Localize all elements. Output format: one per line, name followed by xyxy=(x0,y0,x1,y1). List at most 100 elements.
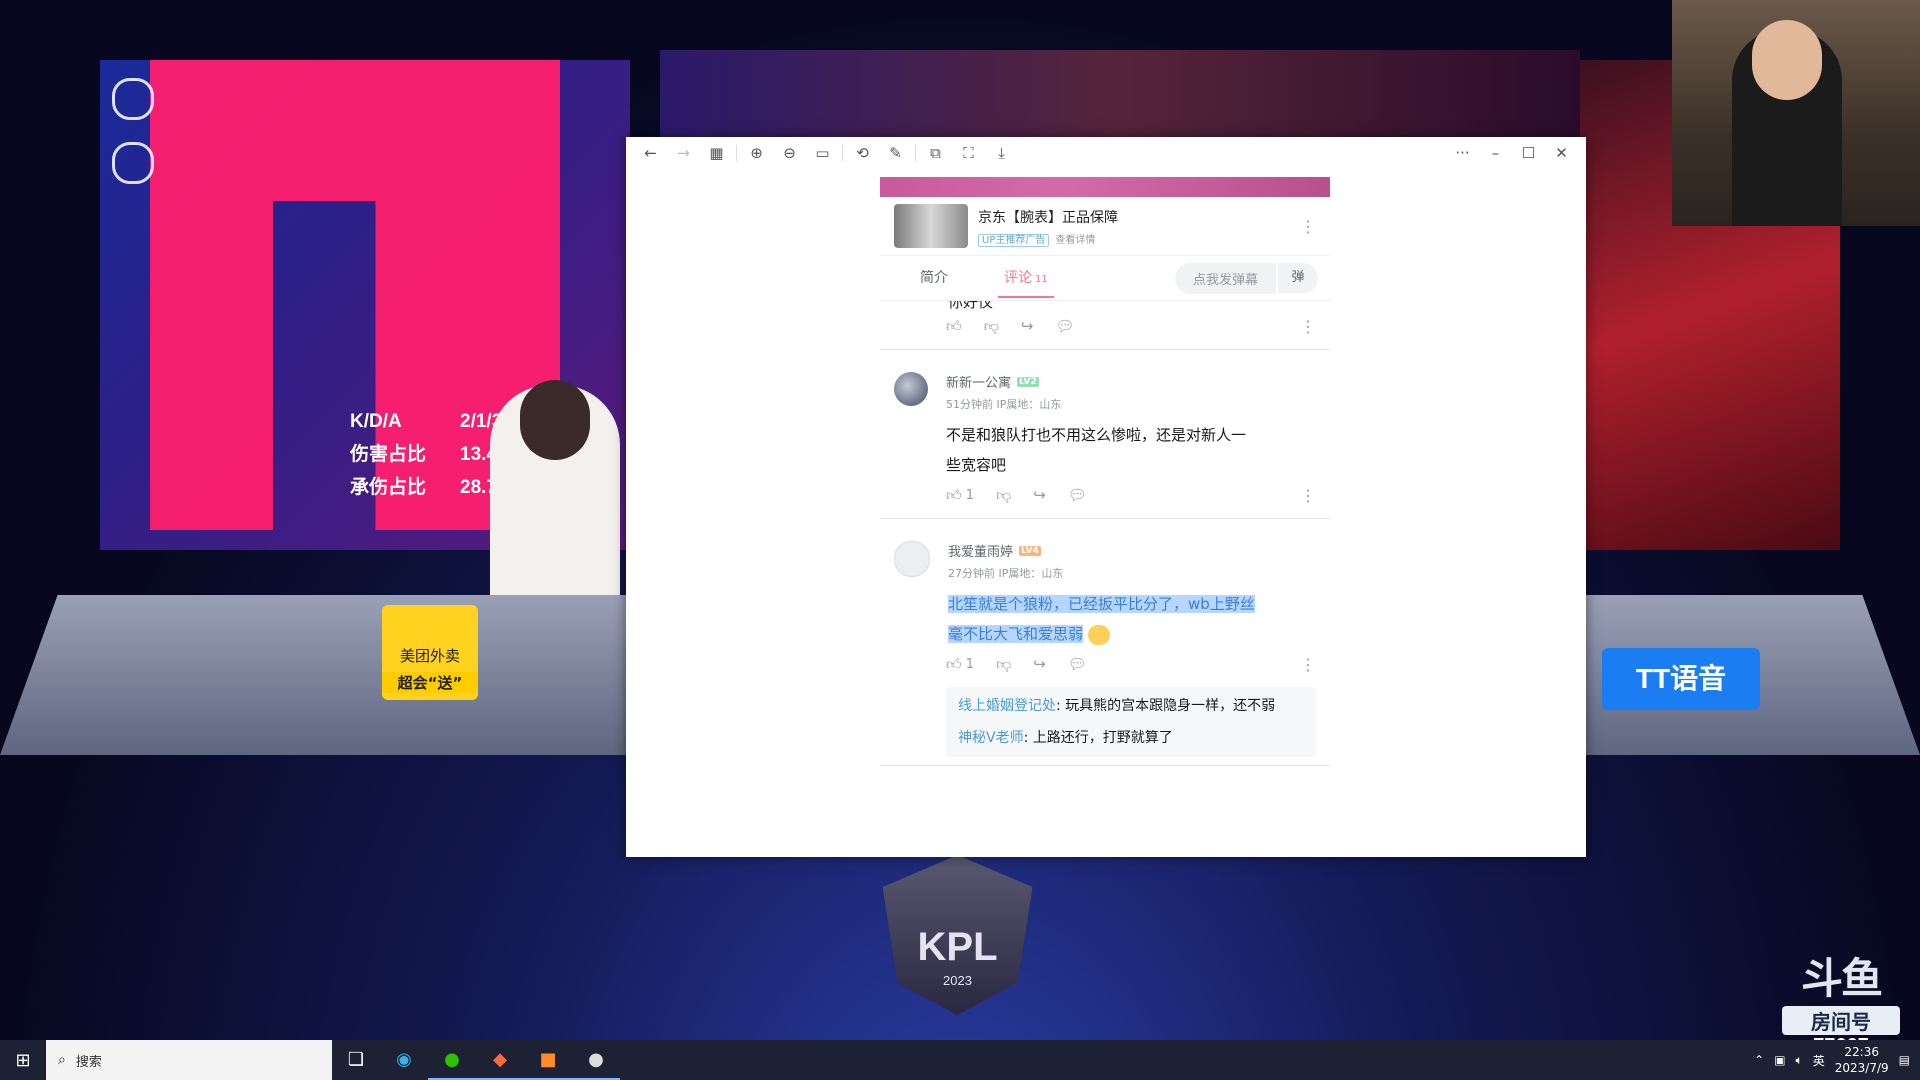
stat-label: K/D/A xyxy=(350,411,402,432)
danmaku-input[interactable]: 点我发弹幕 xyxy=(1174,262,1276,294)
tab-intro[interactable]: 简介 xyxy=(892,256,976,300)
comment-body: 新新一公寓 LV2 51分钟前 IP属地：山东 不是和狼队打也不用这么惨啦，还是对… xyxy=(946,372,1316,480)
more-icon[interactable]: ··· xyxy=(1446,144,1479,162)
reply-icon[interactable]: 💬︎ xyxy=(1068,655,1087,673)
comment-username[interactable]: 新新一公寓 LV2 xyxy=(946,372,1316,391)
dislike-icon[interactable]: 👎︎ xyxy=(996,486,1011,505)
comment-divider xyxy=(880,349,1330,350)
copy-icon[interactable]: ⧉ xyxy=(919,144,952,162)
chevron-up-icon[interactable]: ⌃ xyxy=(1754,1053,1764,1067)
reply-icon[interactable]: 💬︎ xyxy=(1056,317,1075,335)
sponsor-tt: TT语音 xyxy=(1602,648,1760,710)
more-vertical-icon[interactable]: ⋮ xyxy=(1300,317,1316,336)
close-button[interactable]: ✕ xyxy=(1545,144,1578,162)
ad-detail-link[interactable]: 查看详情 xyxy=(1055,235,1095,246)
stat-label: 伤害占比 xyxy=(350,444,427,465)
zoom-in-icon[interactable]: ⊕ xyxy=(740,144,773,162)
comment-meta: 51分钟前 IP属地：山东 xyxy=(946,396,1316,412)
avatar[interactable] xyxy=(894,372,928,406)
caster-figure xyxy=(490,380,620,605)
rotate-icon[interactable]: ⟲ xyxy=(846,144,879,162)
avatar-app-icon[interactable]: ● xyxy=(572,1040,620,1080)
dislike-icon[interactable]: 👎︎ xyxy=(996,655,1011,674)
level-badge: LV2 xyxy=(1017,376,1039,387)
ad-thumbnail xyxy=(894,204,968,248)
username-text: 我爱董雨婷 xyxy=(948,545,1014,560)
video-player-strip xyxy=(880,177,1330,197)
screenshot-icon[interactable]: ⛶ xyxy=(952,144,985,162)
comment-line: 不是和狼队打也不用这么惨啦，还是对新人一 xyxy=(946,426,1247,444)
zoom-out-icon[interactable]: ⊖ xyxy=(773,144,806,162)
doge-emoji-icon xyxy=(1087,624,1110,645)
like-icon[interactable]: 👍︎ 1 xyxy=(946,655,974,674)
comment-text: 北笙就是个狼粉，已经扳平比分了，wb上野丝 毫不比大飞和爱思弱 xyxy=(948,589,1316,649)
reply-username[interactable]: 神秘V老师 xyxy=(958,730,1024,746)
more-vertical-icon[interactable]: ⋮ xyxy=(1300,655,1316,674)
tab-intro-label: 简介 xyxy=(920,270,948,286)
network-icon[interactable]: ▣ xyxy=(1774,1053,1785,1067)
maximize-button[interactable]: ☐ xyxy=(1512,144,1545,162)
video-tabs: 简介 评论 11 点我发弹幕 弹 xyxy=(880,256,1330,301)
douyu-logo: 斗鱼 xyxy=(1800,955,1883,1002)
reply-item: 神秘V老师: 上路还行，打野就算了 xyxy=(958,727,1304,749)
notification-icon[interactable]: ▤ xyxy=(1899,1053,1910,1067)
danmaku-toggle-icon[interactable]: 弹 xyxy=(1276,263,1318,293)
ad-tag: UP主推荐广告 xyxy=(978,233,1050,247)
taskbar-search[interactable]: ⌕ 搜索 xyxy=(46,1040,332,1080)
tab-comments[interactable]: 评论 11 xyxy=(976,256,1076,300)
sponsor-meituan-slogan: 超会“送” xyxy=(382,672,478,693)
reply-username[interactable]: 线上婚姻登记处 xyxy=(958,698,1056,714)
window-controls: ··· – ☐ ✕ xyxy=(1446,144,1578,162)
reply-text: : 上路还行，打野就算了 xyxy=(1023,730,1173,746)
ad-card[interactable]: 京东【腕表】正品保障 UP主推荐广告 查看详情 ⋮ xyxy=(880,197,1330,256)
share-icon[interactable]: ↪ xyxy=(1033,655,1046,673)
reply-text: : 玩具熊的宫本跟隐身一样，还不弱 xyxy=(1056,698,1276,714)
like-count: 1 xyxy=(965,656,974,672)
app-icon[interactable]: ◆ xyxy=(476,1040,524,1080)
windows-start-icon[interactable]: ⊞ xyxy=(0,1050,46,1071)
comment-meta: 27分钟前 IP属地：山东 xyxy=(948,565,1316,581)
volume-icon[interactable]: 🔈︎ xyxy=(1796,1053,1803,1068)
reply-item: 线上婚姻登记处: 玩具熊的宫本跟隐身一样，还不弱 xyxy=(958,695,1304,717)
kpl-logo-text: KPL xyxy=(917,925,998,969)
download-icon[interactable]: ⤓ xyxy=(985,144,1018,162)
toolbar-divider xyxy=(915,145,916,161)
grid-icon[interactable]: ▦ xyxy=(700,144,733,162)
like-icon[interactable]: 👍︎ xyxy=(946,317,962,336)
task-view-icon[interactable]: ❏ xyxy=(332,1040,380,1080)
stage-top-banner xyxy=(660,50,1580,140)
forward-icon[interactable]: → xyxy=(667,144,700,162)
sponsor-meituan: 美团外卖 超会“送” xyxy=(382,605,478,700)
ime-indicator[interactable]: 英 xyxy=(1813,1052,1825,1069)
image-viewer-window: ← → ▦ ⊕ ⊖ ▭ ⟲ ✎ ⧉ ⛶ ⤓ ··· – ☐ ✕ 京东【腕表】正品… xyxy=(626,137,1586,857)
game-app-icon[interactable]: ■ xyxy=(524,1040,572,1080)
comment-count: 11 xyxy=(1035,274,1048,285)
team-icon xyxy=(112,78,154,120)
selected-text: 北笙就是个狼粉，已经扳平比分了，wb上野丝 xyxy=(948,595,1255,613)
reply-icon[interactable]: 💬︎ xyxy=(1068,486,1087,504)
comment-username[interactable]: 我爱董雨婷 LV4 xyxy=(948,541,1316,560)
username-text: 新新一公寓 xyxy=(946,376,1012,391)
stat-label: 承伤占比 xyxy=(350,477,427,498)
side-team-icons xyxy=(112,78,154,206)
more-vertical-icon[interactable]: ⋮ xyxy=(1300,217,1316,236)
share-icon[interactable]: ↪ xyxy=(1021,317,1034,335)
more-vertical-icon[interactable]: ⋮ xyxy=(1300,486,1316,505)
comment-text: 不是和狼队打也不用这么惨啦，还是对新人一 些宽容吧 xyxy=(946,420,1316,480)
taskbar-clock[interactable]: 22:36 2023/7/9 xyxy=(1835,1044,1889,1076)
edit-icon[interactable]: ✎ xyxy=(879,144,912,162)
fit-icon[interactable]: ▭ xyxy=(806,144,839,162)
tab-comments-label: 评论 xyxy=(1004,270,1032,286)
comment-divider xyxy=(880,518,1330,519)
dislike-icon[interactable]: 👎︎ xyxy=(984,317,999,336)
danmaku-box: 点我发弹幕 弹 xyxy=(1174,262,1318,294)
like-icon[interactable]: 👍︎ 1 xyxy=(946,486,974,505)
avatar[interactable] xyxy=(894,541,930,577)
reply-preview[interactable]: 线上婚姻登记处: 玩具熊的宫本跟隐身一样，还不弱 神秘V老师: 上路还行，打野就… xyxy=(946,687,1316,757)
back-icon[interactable]: ← xyxy=(634,144,667,162)
edge-icon[interactable]: ◉ xyxy=(380,1040,428,1080)
share-icon[interactable]: ↪ xyxy=(1033,486,1046,504)
wechat-icon[interactable]: ● xyxy=(428,1040,476,1080)
minimize-button[interactable]: – xyxy=(1479,144,1512,162)
comment-actions: 👍︎ 👎︎ ↪ 💬︎ ⋮ xyxy=(880,311,1330,341)
